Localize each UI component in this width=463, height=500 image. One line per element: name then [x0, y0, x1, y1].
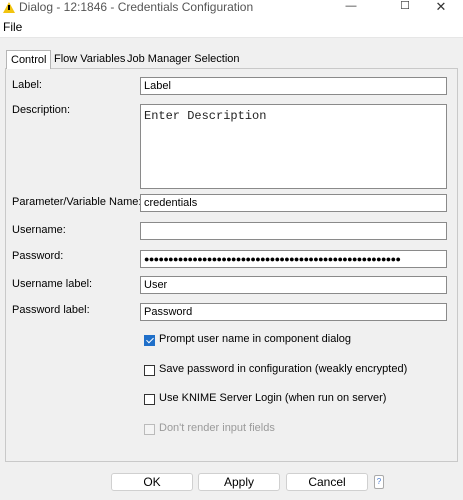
ok-button[interactable]: OK — [111, 473, 193, 491]
password-input[interactable]: ●●●●●●●●●●●●●●●●●●●●●●●●●●●●●●●●●●●●●●●●… — [140, 250, 447, 268]
server-login-label: Use KNIME Server Login (when run on serv… — [159, 392, 387, 404]
param-name-label: Parameter/Variable Name: — [12, 196, 142, 208]
label-input[interactable]: Label — [140, 77, 447, 95]
password-label: Password: — [12, 250, 64, 262]
password-label-input[interactable]: Password — [140, 303, 447, 321]
close-button[interactable]: ✕ — [419, 0, 463, 17]
window-title: Dialog - 12:1846 - Credentials Configura… — [19, 0, 254, 14]
username-label-label: Username label: — [12, 278, 93, 290]
save-password-checkbox[interactable] — [144, 365, 155, 376]
description-label: Description: — [12, 104, 71, 116]
description-textarea[interactable]: Enter Description — [140, 104, 447, 189]
help-icon[interactable]: ? — [374, 475, 384, 489]
prompt-username-label: Prompt user name in component dialog — [159, 333, 351, 345]
password-label-label: Password label: — [12, 304, 90, 316]
warning-icon — [3, 2, 15, 13]
title-bar: Dialog - 12:1846 - Credentials Configura… — [0, 0, 463, 17]
save-password-label: Save password in configuration (weakly e… — [159, 363, 408, 375]
minimize-button[interactable]: — — [329, 0, 373, 17]
tab-job-manager-selection[interactable]: Job Manager Selection — [123, 50, 244, 68]
server-login-checkbox[interactable] — [144, 394, 155, 405]
username-label: Username: — [12, 224, 66, 236]
prompt-username-checkbox[interactable] — [144, 335, 155, 346]
cancel-button[interactable]: Cancel — [286, 473, 368, 491]
tab-control[interactable]: Control — [6, 50, 52, 69]
username-input[interactable] — [140, 222, 447, 240]
username-label-input[interactable]: User — [140, 276, 447, 294]
param-name-input[interactable]: credentials — [140, 194, 447, 212]
no-render-label: Don't render input fields — [159, 422, 275, 434]
apply-button[interactable]: Apply — [198, 473, 280, 491]
tab-flow-variables[interactable]: Flow Variables — [50, 50, 129, 68]
label-field-label: Label: — [12, 79, 42, 91]
menu-bar: File — [0, 17, 463, 38]
menu-file[interactable]: File — [3, 20, 22, 34]
no-render-checkbox — [144, 424, 155, 435]
